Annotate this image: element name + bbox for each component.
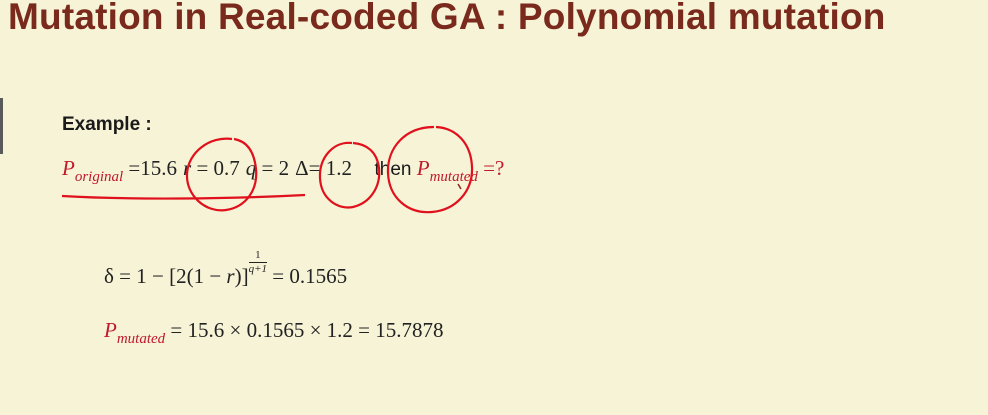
ink-circle-p-value — [185, 137, 258, 212]
handwritten-annotations — [61, 125, 474, 214]
ink-small-tick — [457, 183, 462, 190]
ink-circle-delta-value — [386, 125, 474, 214]
ink-underline-p-original — [61, 193, 306, 200]
ink-circle-q-value — [318, 141, 381, 209]
